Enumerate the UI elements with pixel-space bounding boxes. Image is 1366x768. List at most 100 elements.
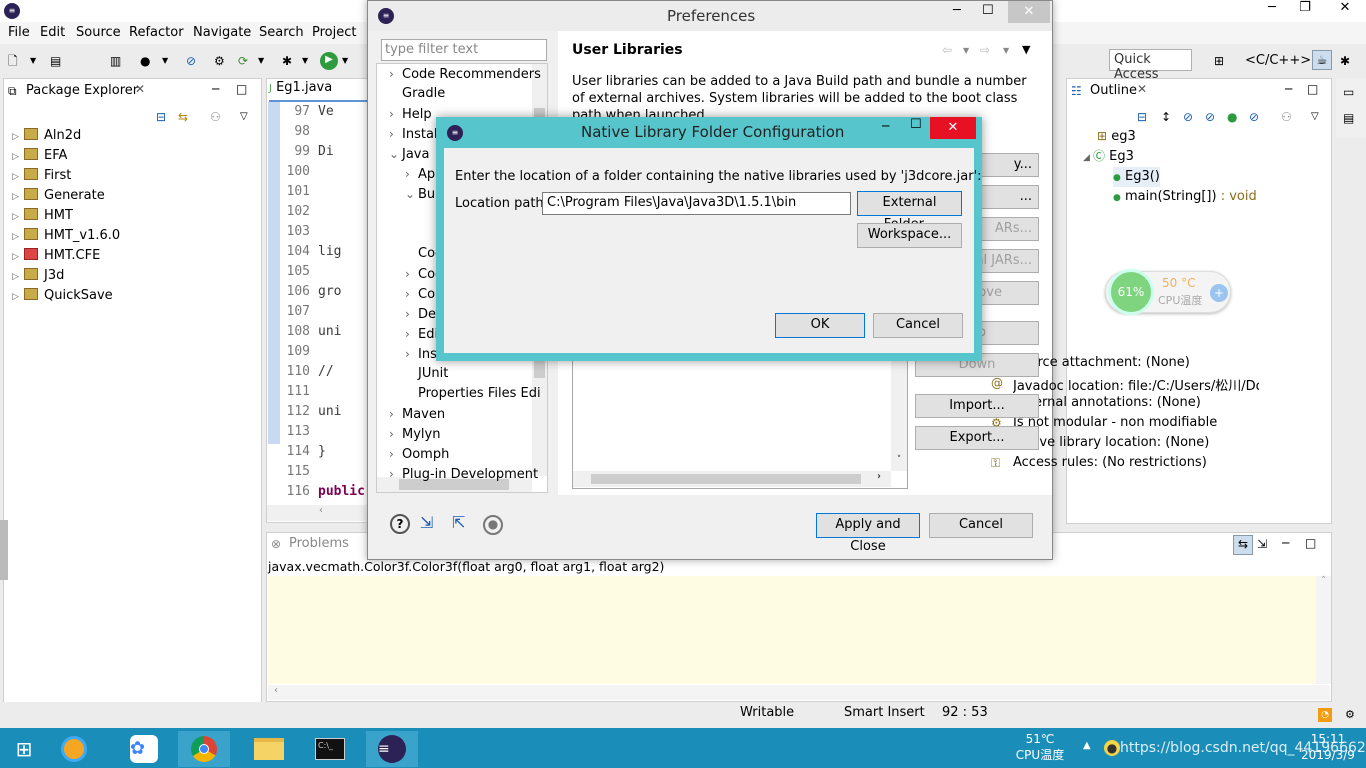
collapsed-twisty-icon[interactable]: › bbox=[389, 444, 402, 464]
tray-app-icon[interactable]: ● bbox=[1104, 740, 1120, 756]
project-hmt[interactable]: ▷ HMT bbox=[12, 206, 73, 226]
taskbar-app-photos[interactable]: ✿ bbox=[118, 731, 170, 767]
menu-edit[interactable]: Edit bbox=[40, 25, 65, 40]
collapsed-twisty-icon[interactable]: › bbox=[389, 464, 402, 484]
debug-icon[interactable]: ● bbox=[140, 53, 150, 69]
dropdown-icon[interactable]: ▼ bbox=[162, 53, 168, 69]
preferences-tree-item[interactable]: › Edi bbox=[405, 324, 438, 344]
back-icon[interactable]: ⇦ bbox=[942, 42, 952, 58]
open-declaration-icon[interactable]: ⇲ bbox=[1257, 536, 1267, 552]
outline-class[interactable]: ◢ Ⓒ Eg3 bbox=[1083, 147, 1134, 167]
left-sash[interactable] bbox=[0, 520, 8, 580]
quick-access-field[interactable]: Quick Access bbox=[1109, 49, 1192, 82]
preferences-tree-item[interactable] bbox=[421, 224, 434, 244]
editor-tab[interactable]: J Eg1.java bbox=[269, 80, 373, 102]
package-explorer-close-icon[interactable]: ✕ bbox=[135, 82, 145, 96]
view-menu-icon[interactable]: ▼ bbox=[1022, 42, 1030, 58]
code-line[interactable]: Di bbox=[318, 144, 334, 159]
library-detail-row[interactable]: Is not modular - non modifiable bbox=[1013, 415, 1217, 430]
window-minimize-button[interactable]: ─ bbox=[1257, 0, 1287, 15]
preferences-tree-item[interactable] bbox=[421, 204, 434, 224]
build-icon[interactable]: ⚙ bbox=[214, 53, 225, 69]
outline-tab[interactable]: Outline bbox=[1090, 83, 1137, 98]
collapsed-twisty-icon[interactable]: › bbox=[389, 64, 402, 84]
outline-main-method[interactable]: ● main(String[]) : void bbox=[1113, 187, 1257, 207]
library-list-hscroll-thumb[interactable] bbox=[591, 474, 861, 484]
run-icon[interactable]: ▶ bbox=[320, 52, 338, 70]
bug-icon[interactable]: ✱ bbox=[282, 53, 292, 69]
menu-project[interactable]: Project bbox=[312, 25, 356, 40]
dropdown-icon[interactable]: ▼ bbox=[302, 53, 308, 69]
collapsed-twisty-icon[interactable]: › bbox=[405, 304, 418, 324]
project-quicksave[interactable]: ▷ QuickSave bbox=[12, 286, 113, 306]
workspace-button[interactable]: Workspace... bbox=[857, 223, 962, 248]
new-icon[interactable]: 🗋 bbox=[8, 53, 18, 69]
preferences-tree-item[interactable]: › Mylyn bbox=[389, 424, 440, 444]
taskbar-app-cmd[interactable]: C:\_ bbox=[304, 731, 356, 767]
outline-package[interactable]: ⊞ eg3 bbox=[1097, 127, 1136, 147]
code-line[interactable]: public bbox=[318, 484, 365, 499]
minimize-icon[interactable]: ─ bbox=[212, 81, 219, 97]
library-detail-row[interactable]: Access rules: (No restrictions) bbox=[1013, 455, 1207, 470]
forward-dropdown-icon[interactable]: ▼ bbox=[1003, 43, 1009, 59]
javadoc-vscroll[interactable]: ˄ bbox=[1316, 576, 1331, 684]
dropdown-icon[interactable]: ▼ bbox=[342, 53, 348, 69]
preferences-minimize-button[interactable]: ─ bbox=[953, 3, 961, 18]
outline-close-icon[interactable]: ✕ bbox=[1137, 82, 1147, 96]
ok-button[interactable]: OK bbox=[775, 313, 865, 338]
project-efa[interactable]: ▷ EFA bbox=[12, 146, 67, 166]
minimize-icon[interactable]: ─ bbox=[1285, 81, 1292, 97]
project-j3d[interactable]: ▷ J3d bbox=[12, 266, 64, 286]
preferences-tree-item[interactable]: › Maven bbox=[389, 404, 445, 424]
task-list-icon[interactable]: ▤ bbox=[1343, 110, 1354, 126]
javadoc-hscroll[interactable]: ‹ bbox=[268, 685, 1330, 700]
menu-search[interactable]: Search bbox=[259, 25, 304, 40]
native-dialog-maximize-button[interactable]: ☐ bbox=[910, 117, 922, 132]
project-aln2d[interactable]: ▷ Aln2d bbox=[12, 126, 81, 146]
window-restore-button[interactable]: ❐ bbox=[1290, 0, 1320, 15]
sort-icon[interactable]: ↕ bbox=[1161, 109, 1171, 125]
project-hmt-v160[interactable]: ▷ HMT_v1.6.0 bbox=[12, 226, 120, 246]
project-first[interactable]: ▷ First bbox=[12, 166, 71, 186]
expanded-twisty-icon[interactable]: ⌄ bbox=[389, 144, 402, 164]
rss-icon[interactable]: ◔ bbox=[1318, 708, 1332, 722]
location-path-input[interactable]: C:\Program Files\Java\Java3D\1.5.1\bin bbox=[542, 192, 851, 215]
minimize-icon[interactable]: ─ bbox=[1282, 535, 1289, 551]
refresh-icon[interactable]: ⟳ bbox=[238, 53, 248, 69]
preferences-tree-item[interactable]: › Ins bbox=[405, 344, 437, 364]
collapse-all-icon[interactable]: ⊟ bbox=[156, 109, 166, 125]
preferences-tree-item[interactable]: ⌄ Java bbox=[389, 144, 429, 164]
dropdown-icon[interactable]: ▼ bbox=[258, 53, 264, 69]
preferences-tree-item[interactable]: ⌄ Bui bbox=[405, 184, 439, 204]
external-folder-button[interactable]: External Folder... bbox=[857, 191, 962, 232]
tray-overflow-icon[interactable]: ▲ bbox=[1083, 740, 1091, 751]
debug-perspective-icon[interactable]: ✱ bbox=[1340, 53, 1350, 69]
maximize-icon[interactable]: □ bbox=[1307, 81, 1318, 97]
taskbar-app-qq[interactable] bbox=[48, 731, 100, 767]
collapsed-twisty-icon[interactable]: › bbox=[405, 164, 418, 184]
preferences-close-button[interactable]: ✕ bbox=[1008, 1, 1050, 23]
filter-icon[interactable]: ⚇ bbox=[1281, 109, 1292, 125]
tray-cpu-temp[interactable]: 51℃ CPU温度 bbox=[1010, 731, 1070, 763]
export-preferences-icon[interactable]: ⇱ bbox=[452, 515, 465, 531]
native-dialog-minimize-button[interactable]: ─ bbox=[882, 119, 889, 133]
tray-clock[interactable]: 15:11 2019/3/9 bbox=[1290, 731, 1366, 763]
back-dropdown-icon[interactable]: ▼ bbox=[963, 43, 969, 59]
editor-hscroll[interactable]: ‹ bbox=[267, 505, 375, 521]
scroll-right-icon[interactable]: › bbox=[877, 471, 881, 482]
preferences-tree-item[interactable]: Gradle bbox=[389, 84, 445, 104]
outline-constructor[interactable]: ● Eg3() bbox=[1113, 167, 1160, 187]
taskbar-app-chrome[interactable] bbox=[178, 731, 230, 767]
preferences-tree-item[interactable]: JUnit bbox=[405, 364, 448, 384]
perspective-cpp[interactable]: <C/C++> bbox=[1245, 53, 1311, 68]
preferences-tree-item[interactable]: › Help bbox=[389, 104, 432, 124]
collapsed-twisty-icon[interactable]: › bbox=[389, 424, 402, 444]
hide-fields-icon[interactable]: ⊘ bbox=[1183, 109, 1193, 125]
collapsed-twisty-icon[interactable]: › bbox=[389, 404, 402, 424]
cpu-widget[interactable]: 61% 50 °C CPU温度 + bbox=[1105, 269, 1231, 315]
library-detail-row[interactable]: Source attachment: (None) bbox=[1013, 355, 1190, 370]
project-hmt-cfe[interactable]: ▷ HMT.CFE bbox=[12, 246, 100, 266]
javadoc-link-icon[interactable]: ⇆ bbox=[1233, 535, 1253, 555]
code-line[interactable]: lig bbox=[318, 244, 341, 259]
preferences-tree-item[interactable]: Properties Files Edi bbox=[405, 384, 541, 404]
